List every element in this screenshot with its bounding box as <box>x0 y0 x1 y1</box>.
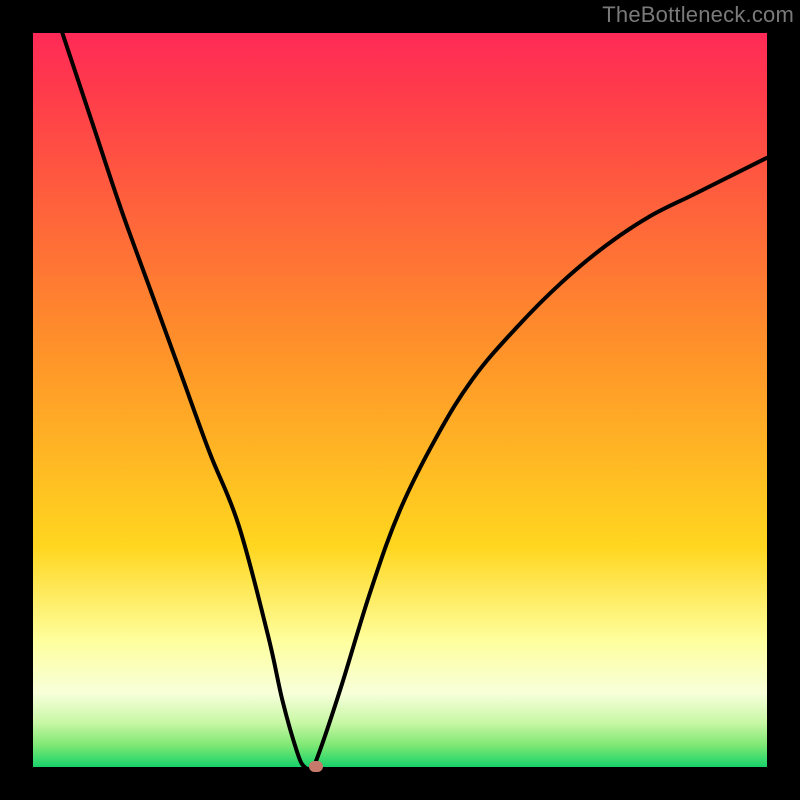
optimal-point-marker <box>309 761 323 772</box>
chart-plot-area <box>33 33 767 767</box>
watermark-text: TheBottleneck.com <box>602 2 794 28</box>
chart-frame: TheBottleneck.com <box>0 0 800 800</box>
bottleneck-curve <box>33 33 767 767</box>
